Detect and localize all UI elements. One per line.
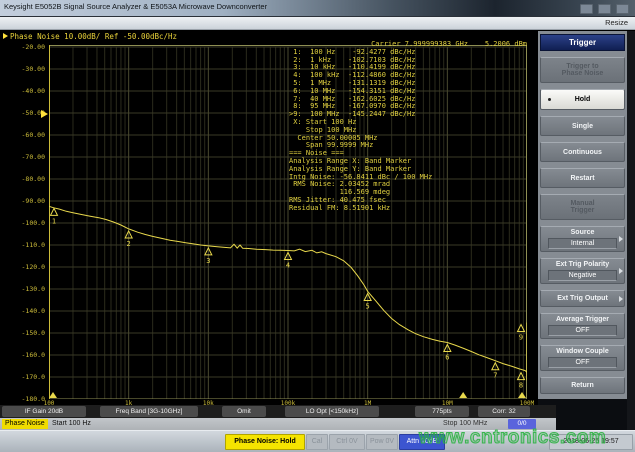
softkey-trigger-to-phase-noise: Trigger to Phase Noise: [540, 57, 625, 83]
power-voltage-indicator: Pow 0V: [366, 434, 398, 450]
softkey-source[interactable]: SourceInternal: [540, 226, 625, 252]
source-value: Internal: [548, 238, 617, 249]
softkey-hold[interactable]: Hold: [540, 89, 625, 110]
softkey-menu-title: Trigger: [540, 34, 625, 51]
trace-scale-readout[interactable]: Phase Noise 10.00dB/ Ref -50.00dBc/Hz: [3, 32, 177, 41]
active-trace-icon: [3, 33, 8, 39]
reference-level-arrow-icon: [41, 110, 48, 118]
softkey-ext-trig-output[interactable]: Ext Trig Output: [540, 290, 625, 307]
submenu-arrow-icon: [619, 268, 623, 274]
window-couple-value: OFF: [548, 357, 617, 368]
band-marker-icon: [49, 392, 57, 398]
selected-bullet-icon: [548, 98, 551, 101]
omit-button[interactable]: Omit: [222, 406, 266, 417]
softkey-panel: Trigger Trigger to Phase Noise Hold Sing…: [538, 31, 627, 399]
measurement-toolbar: IF Gain 20dB Freq Band [3G-10GHz] Omit L…: [0, 405, 556, 418]
submenu-arrow-icon: [619, 236, 623, 242]
window-title: Keysight E5052B Signal Source Analyzer &…: [4, 2, 267, 11]
cal-indicator: Cal: [306, 434, 328, 450]
maximize-icon[interactable]: [598, 4, 611, 14]
softkey-window-couple[interactable]: Window CoupleOFF: [540, 345, 625, 371]
softkey-restart[interactable]: Restart: [540, 168, 625, 188]
marker-triangle-icon: [51, 208, 58, 215]
softkey-ext-trig-polarity[interactable]: Ext Trig PolarityNegative: [540, 258, 625, 284]
phase-noise-mode-tab[interactable]: Phase Noise: [2, 419, 48, 429]
marker-number: 4: [286, 261, 290, 269]
marker-readout-panel: Carrier 7.999999383 GHz 5.2006 dBm 1: 10…: [289, 41, 527, 213]
title-bar: Keysight E5052B Signal Source Analyzer &…: [0, 0, 635, 17]
correlation-button[interactable]: Corr: 32: [478, 406, 530, 417]
softkey-sidebar: Trigger Trigger to Phase Noise Hold Sing…: [538, 31, 627, 430]
close-icon[interactable]: [616, 4, 629, 14]
measurement-status-button[interactable]: Phase Noise: Hold: [225, 434, 305, 450]
softkey-average-trigger[interactable]: Average TriggerOFF: [540, 313, 625, 339]
average-trigger-value: OFF: [548, 325, 617, 336]
instrument-screen: Phase Noise 10.00dB/ Ref -50.00dBc/Hz -2…: [0, 30, 635, 430]
marker-number: 5: [366, 302, 370, 310]
marker-number: 9: [519, 334, 523, 342]
if-gain-button[interactable]: IF Gain 20dB: [2, 406, 86, 417]
stop-frequency-readout: Stop 100 MHz: [443, 420, 487, 427]
freq-band-button[interactable]: Freq Band [3G-10GHz]: [100, 406, 198, 417]
marker-number: 6: [445, 353, 449, 361]
resize-button[interactable]: Resize: [605, 18, 628, 27]
datetime-display: 2018-06-25 19:57: [549, 434, 633, 450]
status-taskbar: Phase Noise: Hold Cal Ctrl 0V Pow 0V Att…: [0, 430, 635, 452]
application-window: Keysight E5052B Signal Source Analyzer &…: [0, 0, 635, 452]
lo-opt-button[interactable]: LO Opt [<150kHz]: [285, 406, 379, 417]
marker-number: 3: [206, 257, 210, 265]
ext-trig-polarity-value: Negative: [548, 270, 617, 281]
submenu-arrow-icon: [619, 296, 623, 302]
sweep-status-bar: Phase Noise Start 100 Hz Stop 100 MHz 0/…: [0, 418, 556, 430]
marker-number: 2: [127, 240, 131, 248]
attenuator-indicator: Attn 10dB: [399, 434, 445, 450]
minimize-icon[interactable]: [580, 4, 593, 14]
softkey-manual-trigger: Manual Trigger: [540, 194, 625, 220]
softkey-continuous[interactable]: Continuous: [540, 142, 625, 162]
sidebar-right-strip: [627, 31, 635, 430]
points-button[interactable]: 775pts: [415, 406, 469, 417]
ctrl-voltage-indicator: Ctrl 0V: [329, 434, 365, 450]
sweep-progress-badge: 0/0: [508, 419, 536, 429]
marker-number: 1: [52, 217, 56, 225]
softkey-return[interactable]: Return: [540, 377, 625, 394]
softkey-single[interactable]: Single: [540, 116, 625, 136]
band-marker-icon: [459, 392, 467, 398]
marker-number: 8: [519, 382, 523, 390]
marker-noise-readout: 1: 100 Hz -92.4277 dBc/Hz 2: 1 kHz -102.…: [289, 49, 527, 213]
window-controls: [580, 4, 629, 14]
menu-bar: Resize: [0, 17, 635, 30]
marker-number: 7: [493, 372, 497, 380]
start-frequency-readout: Start 100 Hz: [52, 420, 91, 427]
